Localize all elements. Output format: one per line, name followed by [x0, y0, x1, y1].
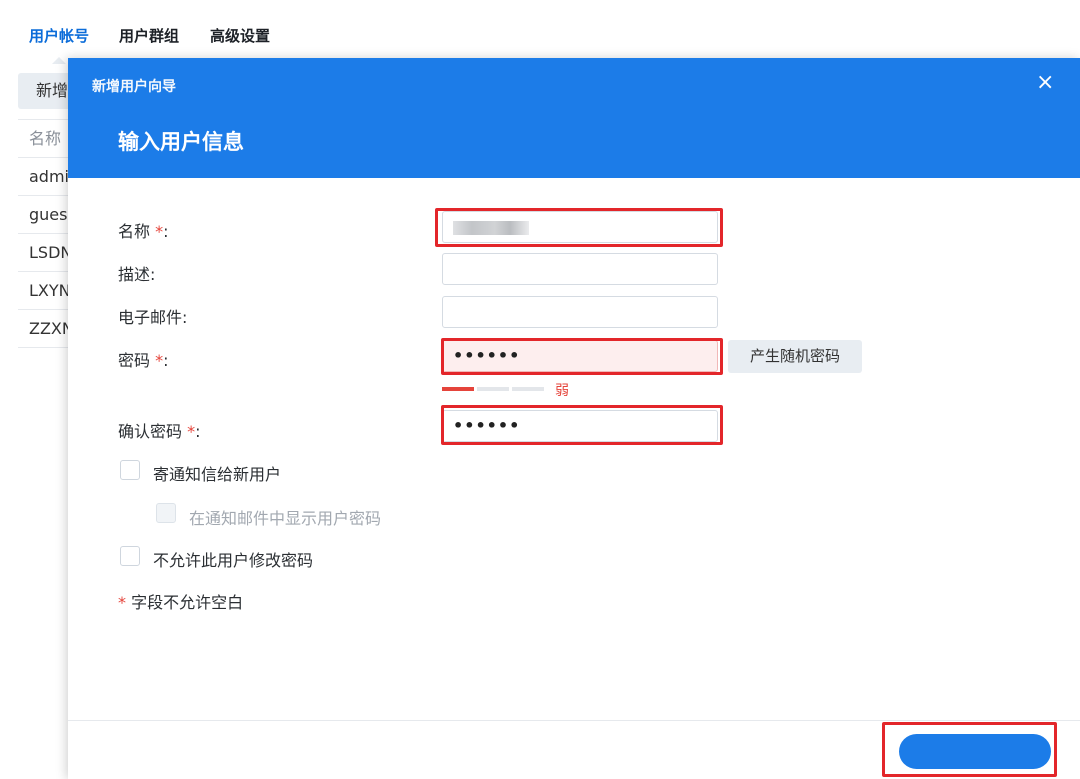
required-mark: *	[155, 351, 164, 370]
label-colon: :	[163, 222, 169, 241]
required-mark: *	[187, 422, 196, 441]
required-field-note: * 字段不允许空白	[118, 589, 243, 613]
dialog-header: 新增用户向导 × 输入用户信息	[68, 58, 1080, 178]
tab-user-accounts[interactable]: 用户帐号	[29, 25, 89, 64]
show-password-label: 在通知邮件中显示用户密码	[189, 509, 382, 528]
email-label: 电子邮件:	[118, 308, 188, 327]
label-colon: :	[163, 351, 169, 370]
add-user-wizard-dialog: 新增用户向导 × 输入用户信息 名称 *: 描述: 电子邮件: 密码 *: ••…	[68, 58, 1080, 779]
required-mark: *	[155, 222, 164, 241]
required-mark: *	[118, 593, 126, 612]
description-field[interactable]	[442, 253, 718, 285]
footer-divider	[68, 720, 1080, 721]
password-strength-label: 弱	[555, 383, 569, 399]
step-title: 输入用户信息	[118, 130, 244, 154]
strength-bar-3	[512, 387, 544, 391]
strength-bar-2	[477, 387, 509, 391]
confirm-password-label: 确认密码 *:	[118, 418, 201, 442]
send-notice-checkbox[interactable]	[120, 460, 140, 480]
label-colon: :	[195, 422, 201, 441]
tab-advanced-settings[interactable]: 高级设置	[210, 25, 270, 46]
wizard-title: 新增用户向导	[92, 79, 176, 95]
redacted-name-value	[453, 221, 529, 235]
strength-bar-1	[442, 387, 474, 391]
description-label: 描述:	[118, 265, 156, 284]
required-note-text: 字段不允许空白	[131, 593, 244, 612]
top-tabs: 用户帐号 用户群组 高级设置	[0, 0, 1080, 64]
disallow-password-change-checkbox[interactable]	[120, 546, 140, 566]
name-field[interactable]	[442, 211, 718, 243]
generate-random-password-button[interactable]: 产生随机密码	[728, 340, 862, 373]
close-icon[interactable]: ×	[1036, 72, 1054, 94]
password-label: 密码 *:	[118, 347, 169, 371]
disallow-password-change-label: 不允许此用户修改密码	[153, 551, 314, 570]
name-label: 名称 *:	[118, 218, 169, 242]
confirm-password-field[interactable]: ••••••	[442, 410, 718, 442]
name-label-text: 名称	[118, 222, 151, 241]
send-notice-label: 寄通知信给新用户	[153, 465, 282, 484]
password-label-text: 密码	[118, 351, 151, 370]
password-field[interactable]: ••••••	[442, 340, 718, 372]
email-field[interactable]	[442, 296, 718, 328]
show-password-checkbox	[156, 503, 176, 523]
next-button[interactable]	[899, 734, 1051, 769]
confirm-label-text: 确认密码	[118, 422, 183, 441]
tab-user-groups[interactable]: 用户群组	[119, 25, 179, 46]
